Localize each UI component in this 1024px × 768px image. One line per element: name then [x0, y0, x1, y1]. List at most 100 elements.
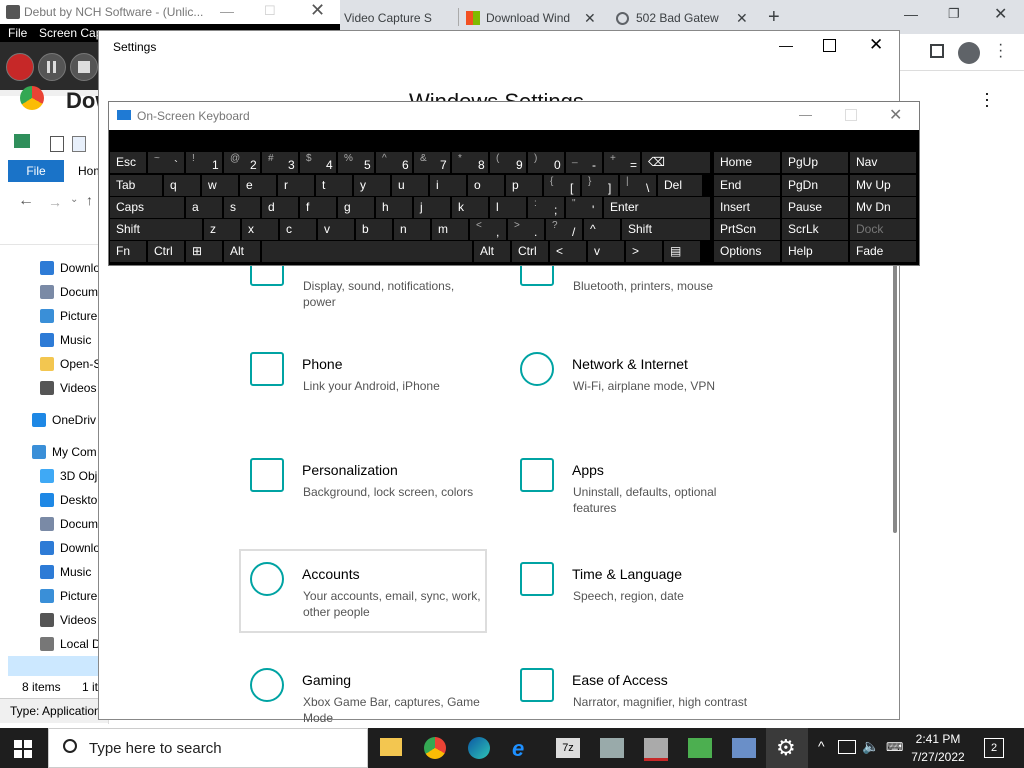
- chrome-tab[interactable]: Download Wind ✕: [466, 4, 606, 32]
- forward-icon[interactable]: →: [48, 194, 62, 210]
- osk-key[interactable]: k: [452, 197, 488, 218]
- osk-key-insert[interactable]: Insert: [714, 197, 780, 218]
- close-icon[interactable]: ✕: [310, 0, 325, 21]
- osk-key[interactable]: :;: [528, 197, 564, 218]
- maximize-icon[interactable]: [845, 109, 857, 121]
- edge-taskbar-icon[interactable]: [468, 737, 490, 759]
- nav-item[interactable]: Picture: [40, 586, 97, 606]
- osk-key[interactable]: Esc: [110, 152, 146, 173]
- nav-item[interactable]: My Com: [32, 442, 97, 462]
- clock-date[interactable]: 7/27/2022: [910, 750, 966, 764]
- osk-key-home[interactable]: Home: [714, 152, 780, 173]
- stop-button[interactable]: [70, 53, 98, 81]
- close-tab-icon[interactable]: ✕: [584, 10, 596, 27]
- file-explorer-taskbar-icon[interactable]: [380, 738, 402, 756]
- osk-key[interactable]: + =: [604, 152, 640, 173]
- osk-key[interactable]: & 7: [414, 152, 450, 173]
- osk-key[interactable]: }]: [582, 175, 618, 196]
- nav-item[interactable]: 3D Obj: [40, 466, 97, 486]
- osk-key[interactable]: <: [550, 241, 586, 262]
- osk-key[interactable]: >.: [508, 219, 544, 240]
- settings-tile[interactable]: Phone Link your Android, iPhone: [242, 352, 482, 422]
- app-taskbar-icon[interactable]: [600, 738, 624, 758]
- osk-key-end[interactable]: End: [714, 175, 780, 196]
- nav-item[interactable]: Music: [40, 562, 91, 582]
- start-button[interactable]: [14, 740, 32, 758]
- minimize-icon[interactable]: —: [220, 3, 234, 19]
- properties-icon[interactable]: [50, 136, 64, 152]
- nav-item[interactable]: Open-S: [40, 354, 101, 374]
- osk-key[interactable]: Shift: [110, 219, 202, 240]
- osk-key-options[interactable]: Options: [714, 241, 780, 262]
- notification-center-icon[interactable]: 2: [984, 738, 1004, 758]
- nav-item[interactable]: Videos: [40, 378, 96, 398]
- osk-key[interactable]: ⊞: [186, 241, 222, 262]
- page-menu-icon[interactable]: · · ·: [984, 84, 990, 114]
- up-icon[interactable]: ↑: [86, 192, 93, 208]
- maximize-icon[interactable]: ☐: [264, 3, 276, 19]
- settings-tile[interactable]: Time & Language Speech, region, date: [512, 562, 752, 632]
- settings-tile[interactable]: Network & Internet Wi-Fi, airplane mode, …: [512, 352, 752, 422]
- osk-key[interactable]: Alt: [224, 241, 260, 262]
- osk-key[interactable]: c: [280, 219, 316, 240]
- restore-icon[interactable]: ❐: [948, 6, 960, 22]
- close-icon[interactable]: ✕: [889, 105, 902, 125]
- chrome-taskbar-icon[interactable]: [424, 737, 446, 759]
- osk-key[interactable]: #3: [262, 152, 298, 173]
- osk-key[interactable]: Ctrl: [148, 241, 184, 262]
- osk-key[interactable]: Alt: [474, 241, 510, 262]
- new-tab-icon[interactable]: +: [768, 6, 780, 29]
- osk-key[interactable]: i: [430, 175, 466, 196]
- osk-key[interactable]: m: [432, 219, 468, 240]
- settings-tile[interactable]: Apps Uninstall, defaults, optional featur…: [512, 458, 752, 528]
- osk-key[interactable]: t: [316, 175, 352, 196]
- osk-key-dock[interactable]: Dock: [850, 219, 916, 240]
- chevron-down-icon[interactable]: ⌄: [70, 194, 78, 205]
- osk-key[interactable]: (9: [490, 152, 526, 173]
- chevron-up-icon[interactable]: ^: [818, 738, 825, 754]
- minimize-icon[interactable]: —: [904, 6, 918, 22]
- osk-key[interactable]: ~ `: [148, 152, 184, 173]
- osk-key[interactable]: g: [338, 197, 374, 218]
- osk-key[interactable]: o: [468, 175, 504, 196]
- side-panel-icon[interactable]: [930, 44, 944, 58]
- osk-key-scrlk[interactable]: ScrLk: [782, 219, 848, 240]
- back-icon[interactable]: ←: [18, 192, 34, 210]
- osk-key-pause[interactable]: Pause: [782, 197, 848, 218]
- osk-key-nav[interactable]: Nav: [850, 152, 916, 173]
- ime-icon[interactable]: ⌨: [886, 740, 903, 754]
- osk-key[interactable]: <,: [470, 219, 506, 240]
- osk-key[interactable]: [262, 241, 472, 262]
- osk-key[interactable]: r: [278, 175, 314, 196]
- settings-tile[interactable]: Accounts Your accounts, email, sync, work…: [242, 562, 482, 632]
- osk-key[interactable]: % 5: [338, 152, 374, 173]
- osk-key[interactable]: Fn: [110, 241, 146, 262]
- osk-key[interactable]: ! 1: [186, 152, 222, 173]
- osk-key[interactable]: f: [300, 197, 336, 218]
- maximize-icon[interactable]: [823, 39, 836, 52]
- minimize-icon[interactable]: —: [799, 107, 812, 122]
- osk-key[interactable]: j: [414, 197, 450, 218]
- osk-key[interactable]: x: [242, 219, 278, 240]
- osk-key[interactable]: @2: [224, 152, 260, 173]
- osk-key[interactable]: " ': [566, 197, 602, 218]
- nav-item[interactable]: Videos: [40, 610, 96, 630]
- osk-key[interactable]: * 8: [452, 152, 488, 173]
- osk-key-fade[interactable]: Fade: [850, 241, 916, 262]
- osk-key[interactable]: e: [240, 175, 276, 196]
- osk-key-mv-up[interactable]: Mv Up: [850, 175, 916, 196]
- nav-item[interactable]: Docum: [40, 514, 98, 534]
- osk-key[interactable]: ? /: [546, 219, 582, 240]
- nav-item[interactable]: Docum: [40, 282, 98, 302]
- osk-key[interactable]: v: [318, 219, 354, 240]
- osk-key[interactable]: Enter: [604, 197, 710, 218]
- osk-key[interactable]: _ -: [566, 152, 602, 173]
- nav-item[interactable]: Music: [40, 330, 91, 350]
- chrome-tab[interactable]: Video Capture S: [344, 4, 456, 32]
- profile-avatar[interactable]: [958, 42, 980, 64]
- chrome-tab[interactable]: 502 Bad Gatew ✕: [616, 4, 756, 32]
- osk-key[interactable]: a: [186, 197, 222, 218]
- osk-key[interactable]: >: [626, 241, 662, 262]
- chrome-menu-icon[interactable]: · · ·: [998, 37, 1003, 65]
- taskbar-search[interactable]: Type here to search: [48, 728, 368, 768]
